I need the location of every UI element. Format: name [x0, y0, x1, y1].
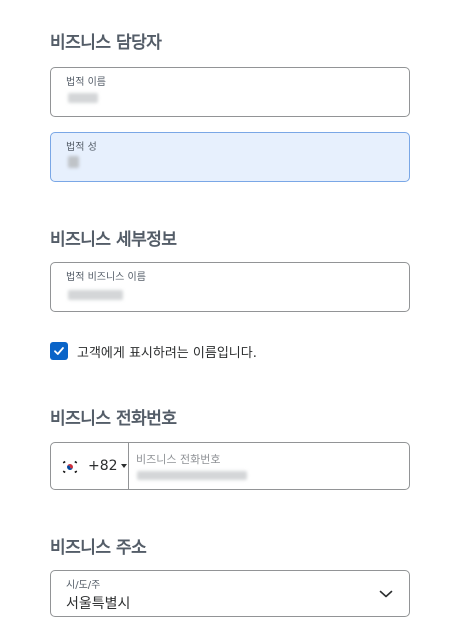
- business-phone-field: +82 비즈니스 전화번호: [50, 442, 410, 490]
- business-details-title: 비즈니스 세부정보: [50, 230, 177, 250]
- legal-first-name-label: 법적 이름: [66, 77, 106, 88]
- redacted-phone-value[interactable]: [137, 471, 247, 480]
- business-phone-label: 비즈니스 전화번호: [136, 453, 221, 466]
- redacted-business-name-value: [68, 290, 123, 300]
- legal-last-name-label: 법적 성: [66, 142, 97, 153]
- checkmark-icon: [54, 347, 64, 355]
- business-phone-title: 비즈니스 전화번호: [50, 409, 177, 429]
- country-code-selector[interactable]: +82: [51, 443, 129, 489]
- redacted-first-name-value: [68, 93, 98, 103]
- state-select-label: 시/도/주: [66, 580, 101, 591]
- legal-business-name-label: 법적 비즈니스 이름: [66, 272, 146, 283]
- south-korea-flag-icon: [61, 459, 79, 474]
- chevron-down-icon: [379, 590, 393, 598]
- state-select-value: 서울특별시: [66, 596, 131, 612]
- legal-last-name-field[interactable]: 법적 성: [50, 132, 410, 182]
- state-select[interactable]: 시/도/주 서울특별시: [50, 570, 410, 617]
- redacted-last-name-value: [68, 156, 79, 168]
- business-contact-title: 비즈니스 담당자: [50, 33, 162, 53]
- display-name-checkbox[interactable]: [50, 342, 68, 360]
- caret-down-icon: [120, 464, 127, 468]
- legal-business-name-field[interactable]: 법적 비즈니스 이름: [50, 262, 410, 312]
- display-name-checkbox-label: 고객에게 표시하려는 이름입니다.: [77, 345, 257, 361]
- country-code-value: +82: [88, 458, 118, 474]
- display-name-checkbox-row[interactable]: 고객에게 표시하려는 이름입니다.: [50, 341, 257, 361]
- business-address-title: 비즈니스 주소: [50, 538, 147, 558]
- legal-first-name-field[interactable]: 법적 이름: [50, 67, 410, 117]
